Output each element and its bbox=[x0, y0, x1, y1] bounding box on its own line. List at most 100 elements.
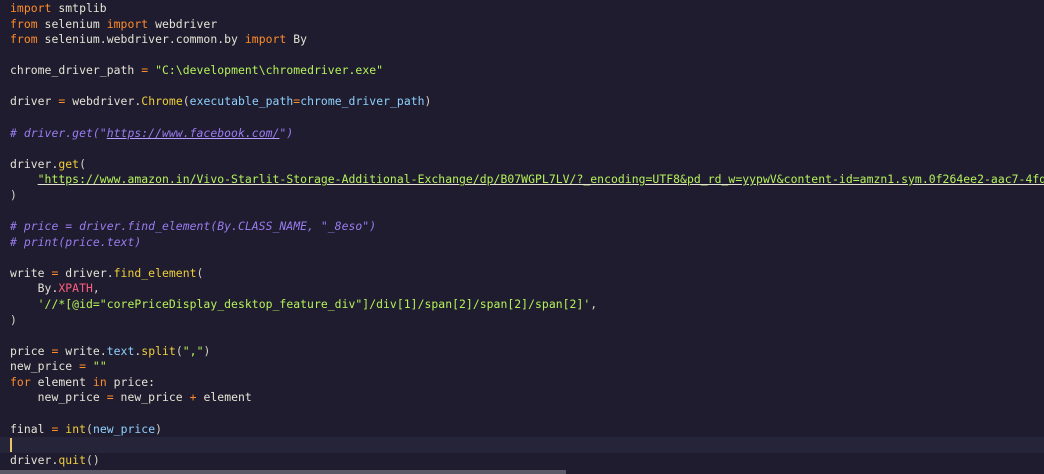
code-token: driver bbox=[10, 94, 59, 109]
code-line[interactable] bbox=[10, 250, 1044, 266]
code-token: smtplib bbox=[51, 1, 107, 15]
code-token: , bbox=[92, 281, 100, 296]
code-line[interactable]: from selenium.webdriver.common.by import… bbox=[10, 32, 1044, 48]
code-token: in bbox=[92, 374, 107, 389]
code-token: split bbox=[141, 343, 176, 358]
code-token: ( bbox=[196, 265, 204, 280]
code-line[interactable]: for element in price: bbox=[10, 375, 1044, 391]
code-token: new_price bbox=[113, 390, 190, 405]
code-token: # price = driver.find_element(By.CLASS_N… bbox=[10, 219, 377, 234]
code-line[interactable] bbox=[10, 79, 1044, 95]
code-line[interactable] bbox=[10, 204, 1044, 220]
code-token: new_price bbox=[92, 421, 156, 436]
code-line[interactable]: new_price = new_price + element bbox=[10, 390, 1044, 406]
code-token: # print(price.text) bbox=[10, 234, 142, 249]
code-token: ( bbox=[86, 421, 93, 436]
code-token: By bbox=[286, 32, 308, 47]
code-token: ") bbox=[279, 125, 294, 140]
code-line[interactable] bbox=[10, 48, 1044, 64]
code-token: new_price bbox=[10, 359, 80, 374]
code-line[interactable]: driver = webdriver.Chrome(executable_pat… bbox=[10, 94, 1044, 110]
code-line[interactable]: '//*[@id="corePriceDisplay_desktop_featu… bbox=[10, 297, 1044, 313]
code-token: element bbox=[196, 390, 252, 405]
code-line[interactable]: driver.get( bbox=[10, 157, 1044, 173]
code-token: By. bbox=[10, 281, 59, 296]
code-line[interactable]: By.XPATH, bbox=[10, 281, 1044, 297]
code-token: write. bbox=[58, 343, 107, 358]
code-token: ) bbox=[424, 94, 432, 109]
code-token: selenium bbox=[37, 16, 107, 31]
code-lines[interactable]: import smtplib from selenium import webdr… bbox=[0, 1, 1044, 469]
code-line-active[interactable] bbox=[0, 437, 1044, 453]
code-token: ( bbox=[79, 156, 87, 171]
code-token: price: bbox=[106, 374, 156, 389]
code-token: chrome_driver_path bbox=[10, 63, 142, 78]
code-token: from bbox=[10, 16, 38, 31]
code-token: '//*[@id="corePriceDisplay_desktop_featu… bbox=[37, 296, 591, 311]
code-line[interactable]: write = driver.find_element( bbox=[10, 266, 1044, 282]
code-token: Chrome bbox=[141, 94, 183, 109]
code-token: quit bbox=[58, 452, 86, 467]
code-token: text bbox=[106, 343, 135, 358]
code-line[interactable]: final = int(new_price) bbox=[10, 422, 1044, 438]
code-editor[interactable]: import smtplib from selenium import webdr… bbox=[0, 0, 1044, 474]
code-line[interactable] bbox=[10, 110, 1044, 126]
code-token: ) bbox=[155, 421, 163, 436]
code-line[interactable]: # print(price.text) bbox=[10, 235, 1044, 251]
code-line[interactable]: "https://www.amazon.in/Vivo-Starlit-Stor… bbox=[10, 172, 1044, 188]
code-token: "" bbox=[92, 359, 107, 374]
code-token: import bbox=[10, 1, 52, 15]
horizontal-scrollbar[interactable] bbox=[0, 470, 566, 474]
code-line[interactable]: driver.quit() bbox=[10, 453, 1044, 469]
code-token: driver. bbox=[58, 265, 114, 280]
code-token: , bbox=[590, 296, 598, 311]
code-line[interactable]: # driver.get("https://www.facebook.com/"… bbox=[10, 126, 1044, 142]
code-token: = bbox=[79, 359, 86, 374]
code-token: = bbox=[106, 390, 114, 405]
text-cursor bbox=[10, 438, 12, 453]
code-token: "C:\development\chromedriver.exe" bbox=[155, 63, 384, 78]
code-token: driver. bbox=[10, 156, 59, 171]
code-line[interactable]: chrome_driver_path = "C:\development\chr… bbox=[10, 63, 1044, 79]
code-line[interactable]: price = write.text.split(",") bbox=[10, 344, 1044, 360]
code-line[interactable]: # price = driver.find_element(By.CLASS_N… bbox=[10, 219, 1044, 235]
code-token: write bbox=[10, 265, 52, 280]
code-token: from bbox=[10, 32, 38, 47]
code-token: ( bbox=[182, 94, 190, 109]
code-token: ( bbox=[175, 343, 183, 358]
code-token: price bbox=[10, 343, 52, 358]
code-token: import bbox=[244, 32, 287, 47]
code-line[interactable] bbox=[10, 328, 1044, 344]
code-token: find_element bbox=[113, 265, 197, 280]
code-token: https://www.facebook.com/ bbox=[106, 125, 280, 140]
code-token: element bbox=[30, 374, 93, 389]
code-line[interactable]: from selenium import webdriver bbox=[10, 17, 1044, 33]
code-token: selenium.webdriver.common.by bbox=[37, 32, 245, 47]
code-token: ) bbox=[10, 312, 17, 327]
code-token: final bbox=[10, 421, 52, 436]
code-token: () bbox=[86, 452, 100, 467]
code-token: new_price bbox=[10, 390, 107, 405]
code-token: # driver.get(" bbox=[10, 125, 107, 140]
code-token: ) bbox=[203, 343, 211, 358]
code-token: for bbox=[10, 374, 31, 389]
code-line[interactable] bbox=[10, 406, 1044, 422]
code-token: import bbox=[106, 16, 149, 31]
code-token: driver. bbox=[10, 452, 59, 467]
code-token: "," bbox=[182, 343, 204, 358]
code-line[interactable]: ) bbox=[10, 313, 1044, 329]
code-token: XPATH bbox=[58, 281, 93, 296]
code-token: "https://www.amazon.in/Vivo-Starlit-Stor… bbox=[37, 172, 1044, 187]
code-token: webdriver bbox=[148, 16, 218, 31]
code-token: webdriver. bbox=[65, 94, 142, 109]
code-line[interactable]: new_price = "" bbox=[10, 359, 1044, 375]
code-line[interactable] bbox=[10, 141, 1044, 157]
code-line[interactable]: import smtplib bbox=[10, 1, 1044, 17]
code-token: + bbox=[189, 390, 197, 405]
code-token: chrome_driver_path bbox=[300, 94, 425, 109]
code-token: int bbox=[65, 421, 87, 436]
code-line[interactable]: ) bbox=[10, 188, 1044, 204]
